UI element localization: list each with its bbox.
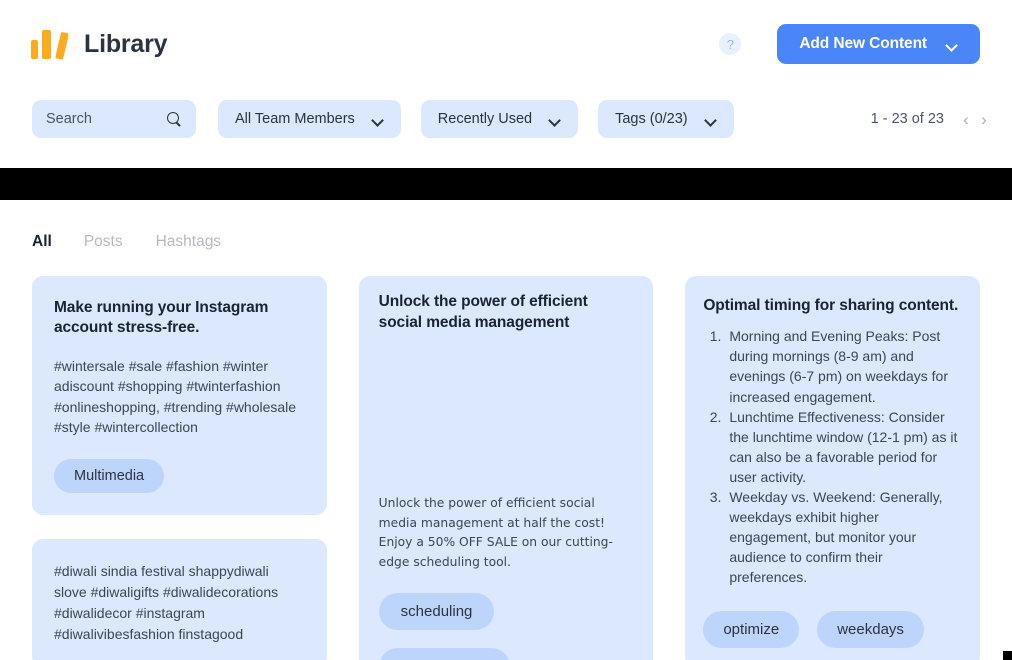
tab-posts[interactable]: Posts [84,233,123,251]
search-icon[interactable] [167,111,182,127]
card-tags: scheduling management [378,592,634,660]
card-media-placeholder [379,334,634,494]
search-field[interactable] [32,100,196,138]
tab-hashtags[interactable]: Hashtags [156,233,221,251]
page-title: Library [84,29,168,58]
grid-column-2: Unlock the power of efficient social med… [358,276,654,660]
chevron-down-icon [373,116,384,123]
card-tags: Multimedia [54,459,303,494]
library-books-icon [31,29,69,60]
sort-dropdown[interactable]: Recently Used [420,100,579,138]
tag-chip[interactable]: management [378,647,511,660]
card-title: Make running your Instagram account stre… [54,299,269,337]
filter-bar: All Team Members Recently Used Tags (0/2… [0,88,1012,150]
content-card[interactable]: Make running your Instagram account stre… [32,276,327,516]
chevron-right-icon[interactable]: › [975,108,993,130]
team-members-dropdown[interactable]: All Team Members [218,100,401,138]
list-item: Morning and Evening Peaks: Post during m… [725,326,960,406]
card-body: #diwali sindia festival shappydiwali slo… [54,563,279,643]
add-new-content-label: Add New Content [799,35,927,52]
search-input[interactable] [46,111,158,127]
app-header: Library ? Add New Content [0,0,1012,88]
help-question-icon[interactable]: ? [719,33,742,55]
chevron-down-icon [550,116,561,123]
content-card[interactable]: Unlock the power of efficient social med… [358,276,654,660]
card-title: Unlock the power of efficient social med… [378,293,588,331]
grid-column-1: Make running your Instagram account stre… [32,276,327,660]
tag-chip[interactable]: optimize [703,610,800,648]
card-tags: optimize weekdays [703,610,960,648]
tag-chip[interactable]: scheduling [378,592,495,630]
banner-strip [0,168,1012,200]
grid-column-3: Optimal timing for sharing content. Morn… [685,276,981,660]
header-actions: ? Add New Content [719,24,980,64]
chevron-left-icon[interactable]: ‹ [957,108,975,130]
list-item: Lunchtime Effectiveness: Consider the lu… [725,407,960,487]
card-description: Unlock the power of efficient social med… [378,495,613,569]
add-new-content-button[interactable]: Add New Content [777,24,980,64]
content-card[interactable]: Optimal timing for sharing content. Morn… [685,276,981,660]
brand: Library [31,29,168,60]
pagination: 1 - 23 of 23 ‹ › [871,108,993,130]
tab-all[interactable]: All [32,233,52,251]
chevron-down-icon [947,41,958,48]
card-body: #wintersale #sale #fashion #winter adisc… [54,357,297,435]
corner-marker [1003,651,1012,660]
chevron-down-icon [706,116,717,123]
tags-label: Tags (0/23) [615,111,688,127]
tags-dropdown[interactable]: Tags (0/23) [598,100,734,138]
content-tabs: All Posts Hashtags [0,225,1012,259]
library-page: Library ? Add New Content All Team Membe… [0,0,1012,660]
content-grid: Make running your Instagram account stre… [32,276,981,660]
tag-chip[interactable]: Multimedia [54,459,165,494]
list-item: Weekday vs. Weekend: Generally, weekdays… [725,487,960,587]
tag-chip[interactable]: weekdays [817,610,924,648]
content-card[interactable]: #diwali sindia festival shappydiwali slo… [32,539,327,660]
card-title: Optimal timing for sharing content. [703,297,959,314]
sort-label: Recently Used [437,111,533,127]
team-members-label: All Team Members [235,111,355,127]
pagination-range: 1 - 23 of 23 [870,111,944,127]
card-list: Morning and Evening Peaks: Post during m… [703,326,960,586]
